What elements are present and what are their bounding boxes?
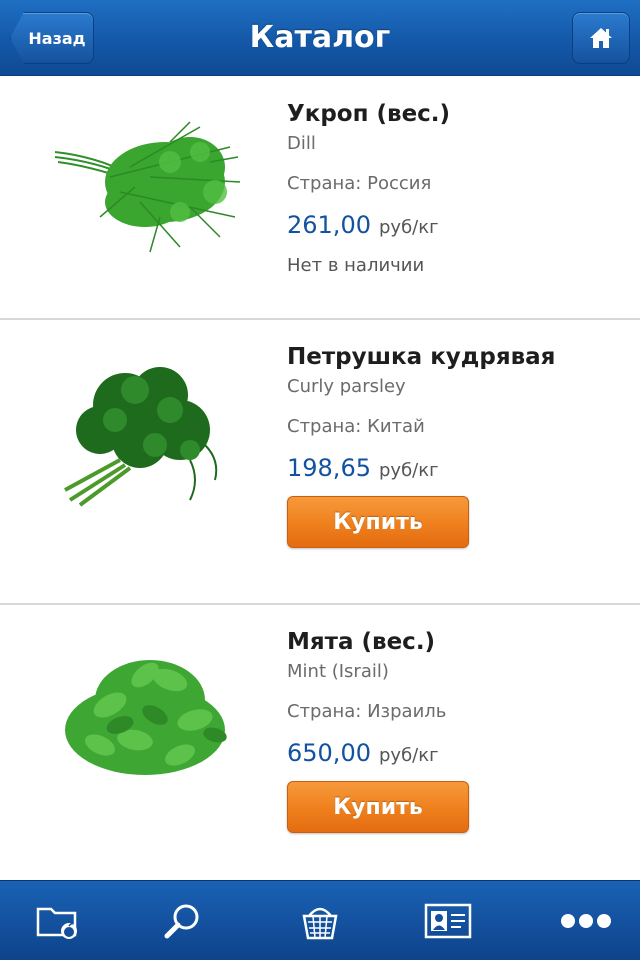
home-icon: [590, 28, 612, 48]
price-unit: руб/кг: [379, 217, 439, 238]
catalog-folder-icon: [36, 907, 77, 939]
product-name: Мята (вес.): [287, 629, 436, 655]
basket-icon: [302, 907, 338, 940]
product-price: 261,00: [287, 211, 371, 239]
dill-image: [54, 121, 241, 253]
product-country: Страна: Израиль: [287, 701, 447, 722]
product-price: 198,65: [287, 454, 371, 482]
search-icon: [164, 904, 199, 939]
list-item[interactable]: Мята (вес.) Mint (Israil) Страна: Израил…: [0, 605, 640, 890]
tab-bar: [0, 880, 640, 960]
price-unit: руб/кг: [379, 745, 439, 766]
product-country: Страна: Россия: [287, 173, 432, 194]
navigation-bar: Каталог Назад: [0, 0, 640, 76]
list-item[interactable]: Петрушка кудрявая Curly parsley Страна: …: [0, 320, 640, 605]
product-price: 650,00: [287, 739, 371, 767]
tab-profile[interactable]: [418, 891, 478, 951]
buy-button[interactable]: Купить: [287, 496, 469, 548]
price-unit: руб/кг: [379, 460, 439, 481]
more-icon: [561, 914, 611, 928]
profile-card-icon: [424, 903, 472, 939]
back-button[interactable]: Назад: [10, 12, 94, 64]
mint-image: [65, 660, 227, 775]
product-latin-name: Dill: [287, 133, 316, 154]
tab-search[interactable]: [152, 891, 212, 951]
product-latin-name: Curly parsley: [287, 376, 406, 397]
tab-basket[interactable]: [290, 891, 350, 951]
product-country: Страна: Китай: [287, 416, 425, 437]
page-title: Каталог: [249, 20, 391, 55]
product-name: Укроп (вес.): [287, 101, 451, 127]
tab-more[interactable]: [556, 891, 616, 951]
tab-catalog[interactable]: [28, 891, 88, 951]
product-name: Петрушка кудрявая: [287, 344, 556, 370]
parsley-image: [64, 367, 218, 507]
product-list: Укроп (вес.) Dill Страна: Россия 261,00 …: [0, 77, 640, 890]
home-button[interactable]: [572, 12, 630, 64]
list-item[interactable]: Укроп (вес.) Dill Страна: Россия 261,00 …: [0, 77, 640, 320]
availability-status: Нет в наличии: [287, 255, 425, 276]
buy-button[interactable]: Купить: [287, 781, 469, 833]
product-latin-name: Mint (Israil): [287, 661, 389, 682]
